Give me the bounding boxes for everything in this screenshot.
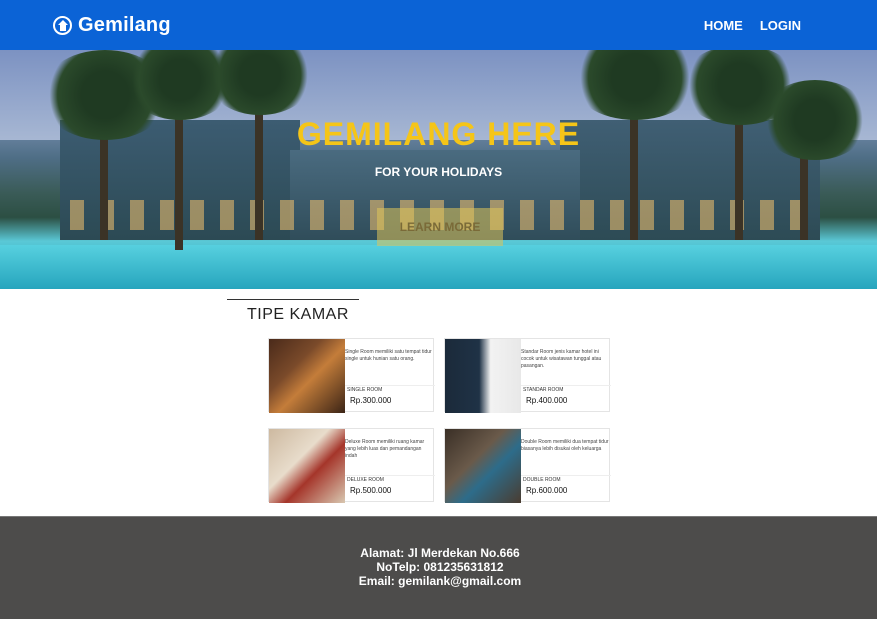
section-title: TIPE KAMAR [247, 306, 349, 323]
room-card-deluxe[interactable]: Deluxe Room memiliki ruang kamar yang le… [268, 428, 435, 503]
room-image [269, 429, 345, 503]
room-card-standar[interactable]: Standar Room jenis kamar hotel ini cocok… [444, 338, 611, 413]
nav-login-link[interactable]: LOGIN [760, 18, 801, 33]
card-divider [345, 385, 435, 386]
card-divider [521, 385, 611, 386]
room-description: Double Room memiliki dua tempat tidur bi… [521, 439, 609, 452]
hero-subtitle: FOR YOUR HOLIDAYS [374, 165, 503, 179]
hotel-logo-icon [53, 16, 72, 35]
room-image [445, 429, 521, 503]
section-divider [227, 299, 359, 300]
card-divider [345, 475, 435, 476]
nav-links: HOME LOGIN [704, 18, 801, 33]
room-name: DOUBLE ROOM [523, 477, 561, 483]
brand[interactable]: Gemilang [53, 14, 171, 37]
footer-address: Alamat: Jl Merdekan No.666 [360, 546, 520, 560]
footer-phone: NoTelp: 081235631812 [376, 560, 504, 574]
navbar: Gemilang HOME LOGIN [0, 0, 877, 50]
room-card-single[interactable]: Single Room memiliki satu tempat tidur s… [268, 338, 435, 413]
room-price: Rp.300.000 [350, 396, 392, 405]
hero-pool [0, 245, 877, 289]
room-description: Single Room memiliki satu tempat tidur s… [345, 349, 432, 362]
room-image [269, 339, 345, 413]
room-name: STANDAR ROOM [523, 387, 564, 393]
brand-name: Gemilang [78, 14, 171, 36]
footer: Alamat: Jl Merdekan No.666 NoTelp: 08123… [0, 516, 877, 619]
card-divider [521, 475, 611, 476]
room-name: SINGLE ROOM [347, 387, 383, 393]
hero-banner: GEMILANG HERE FOR YOUR HOLIDAYS LEARN MO… [0, 50, 877, 289]
room-description: Deluxe Room memiliki ruang kamar yang le… [345, 439, 425, 459]
room-name: DELUXE ROOM [347, 477, 384, 483]
learn-more-button[interactable]: LEARN MORE [377, 208, 503, 246]
room-card-double[interactable]: Double Room memiliki dua tempat tidur bi… [444, 428, 611, 503]
footer-email: Email: gemilank@gmail.com [358, 574, 522, 588]
room-price: Rp.600.000 [526, 486, 568, 495]
nav-home-link[interactable]: HOME [704, 18, 743, 33]
room-image [445, 339, 521, 413]
room-price: Rp.500.000 [350, 486, 392, 495]
room-price: Rp.400.000 [526, 396, 568, 405]
room-description: Standar Room jenis kamar hotel ini cocok… [521, 349, 602, 369]
hero-title: GEMILANG HERE [296, 116, 581, 152]
